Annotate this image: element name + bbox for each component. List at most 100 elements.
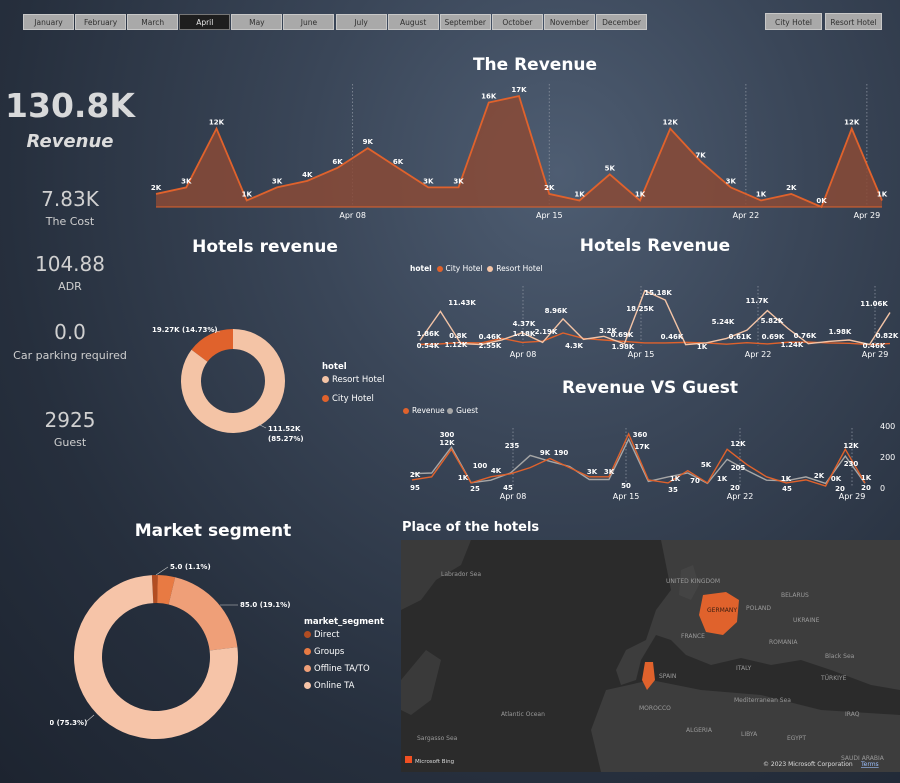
legend-item-online[interactable]: Online TA — [304, 681, 384, 691]
x-tick-label: Apr 22 — [745, 350, 772, 359]
x-tick-label: Apr 29 — [862, 350, 889, 359]
direct-slice-label: 5.0 (1.1%) — [170, 563, 211, 571]
month-button-april[interactable]: April — [179, 14, 231, 30]
month-button-january[interactable]: January — [23, 14, 74, 30]
data-label: 6K — [332, 158, 343, 166]
revenue-kpi-label: Revenue — [26, 131, 114, 152]
month-button-october[interactable]: October — [491, 14, 543, 30]
map-label: MOROCCO — [639, 705, 671, 712]
x-tick-label: Apr 08 — [510, 350, 537, 359]
legend-label: City Hotel — [332, 394, 374, 404]
guest-kpi-value: 2925 — [44, 408, 96, 432]
month-button-march[interactable]: March — [127, 14, 179, 30]
data-label: 1K — [635, 190, 646, 198]
data-label: 4K — [302, 171, 313, 179]
resort-data-label: 1.18K — [513, 330, 536, 338]
resort-hotel-button[interactable]: Resort Hotel — [825, 13, 882, 30]
resort-data-label: 11.06K — [860, 300, 888, 308]
revenue-data-label: 2K — [410, 471, 421, 479]
resort-data-label: 0.82K — [876, 332, 899, 340]
guest-data-label: 100 — [473, 462, 488, 470]
resort-slice-label: 111.52K — [268, 425, 301, 433]
month-button-may[interactable]: May — [231, 14, 283, 30]
revenue-vs-guest-chart: Apr 08 Apr 15 Apr 22 Apr 29 400 200 0 2K 12K 1K 4K… — [410, 422, 895, 501]
data-label: 3K — [181, 177, 192, 185]
resort-data-label: 0.69K — [611, 331, 634, 339]
x-tick-label: Apr 29 — [854, 211, 881, 220]
revenue-guest-legend: Revenue Guest — [403, 406, 478, 415]
legend-label[interactable]: Resort Hotel — [496, 264, 542, 273]
donut-slice — [168, 577, 238, 651]
guest-kpi-label: Guest — [53, 436, 87, 449]
month-button-september[interactable]: September — [439, 14, 491, 30]
revenue-data-label: 4K — [491, 467, 502, 475]
legend-dot — [304, 682, 311, 689]
city-data-label: 1.24K — [781, 341, 804, 349]
guest-data-label: 360 — [633, 431, 648, 439]
map-label: Labrador Sea — [441, 571, 481, 578]
guest-data-label: 235 — [505, 442, 520, 450]
legend-label[interactable]: Revenue — [412, 406, 445, 415]
legend-dot — [322, 395, 329, 402]
revenue-data-label: 9K — [540, 449, 551, 457]
hotels-line-title: Hotels Revenue — [579, 236, 731, 256]
x-tick-label: Apr 22 — [733, 211, 760, 220]
revenue-chart-title: The Revenue — [472, 55, 598, 75]
resort-data-label: 11.43K — [448, 299, 476, 307]
month-button-february[interactable]: February — [75, 14, 127, 30]
data-label: 3K — [453, 177, 464, 185]
guest-data-label: 20 — [861, 484, 871, 492]
legend-label[interactable]: City Hotel — [446, 264, 483, 273]
map-terms-link[interactable]: Terms — [860, 761, 879, 768]
parking-kpi-label: Car parking required — [13, 349, 127, 362]
legend-item-resort[interactable]: Resort Hotel — [322, 375, 384, 385]
revenue-data-label: 17K — [634, 443, 650, 451]
data-label: 12K — [209, 119, 225, 127]
y2-tick-label: 400 — [880, 422, 895, 431]
legend-item-direct[interactable]: Direct — [304, 630, 384, 640]
resort-data-label: 11.7K — [746, 297, 769, 305]
city-data-label: 4.3K — [565, 342, 583, 350]
legend-item-groups[interactable]: Groups — [304, 647, 384, 657]
cost-kpi-label: The Cost — [45, 215, 95, 228]
map-label: TÜRKIYE — [820, 675, 847, 682]
resort-slice-label: (85.27%) — [268, 435, 304, 443]
market-segment-title: Market segment — [134, 521, 292, 541]
data-label: 1K — [574, 190, 585, 198]
legend-item-offline[interactable]: Offline TA/TO — [304, 664, 384, 674]
data-label: 12K — [663, 119, 679, 127]
x-tick-label: Apr 29 — [839, 492, 866, 501]
offline-slice-label: 85.0 (19.1%) — [240, 601, 290, 609]
hotels-map[interactable]: Labrador Sea UNITED KINGDOM GERMANY POLA… — [401, 540, 900, 772]
data-label: 3K — [726, 177, 737, 185]
map-label: IRAQ — [845, 711, 860, 718]
map-label: ALGERIA — [686, 727, 713, 734]
market-segment-donut: 5.0 (1.1%) 85.0 (19.1%) 335.0 (75.3%) — [50, 563, 290, 739]
guest-data-label: 3K — [604, 468, 615, 476]
legend-title: market_segment — [304, 617, 384, 627]
legend-label[interactable]: Guest — [456, 406, 478, 415]
legend-dot — [322, 376, 329, 383]
data-label: 6K — [393, 158, 404, 166]
revenue-data-label: 1K — [717, 475, 728, 483]
legend-dot — [403, 408, 409, 414]
guest-data-label: 45 — [782, 485, 792, 493]
month-button-june[interactable]: June — [283, 14, 335, 30]
map-label: UNITED KINGDOM — [666, 578, 720, 585]
legend-dot — [436, 266, 443, 272]
month-button-july[interactable]: July — [335, 14, 387, 30]
month-button-august[interactable]: August — [387, 14, 439, 30]
city-data-label: 0.46K — [863, 342, 886, 350]
city-hotel-button[interactable]: City Hotel — [765, 13, 822, 30]
month-button-november[interactable]: November — [543, 14, 595, 30]
legend-item-city[interactable]: City Hotel — [322, 394, 384, 404]
y2-tick-label: 200 — [880, 453, 895, 462]
resort-data-label: 15.18K — [644, 289, 672, 297]
legend-dot — [304, 665, 311, 672]
month-button-december[interactable]: December — [596, 14, 648, 30]
map-title: Place of the hotels — [402, 520, 540, 535]
revenue-data-label: 1K — [670, 475, 681, 483]
revenue-data-label: 1K — [861, 474, 872, 482]
leader-line — [257, 423, 267, 429]
guest-data-label: 300 — [440, 431, 455, 439]
